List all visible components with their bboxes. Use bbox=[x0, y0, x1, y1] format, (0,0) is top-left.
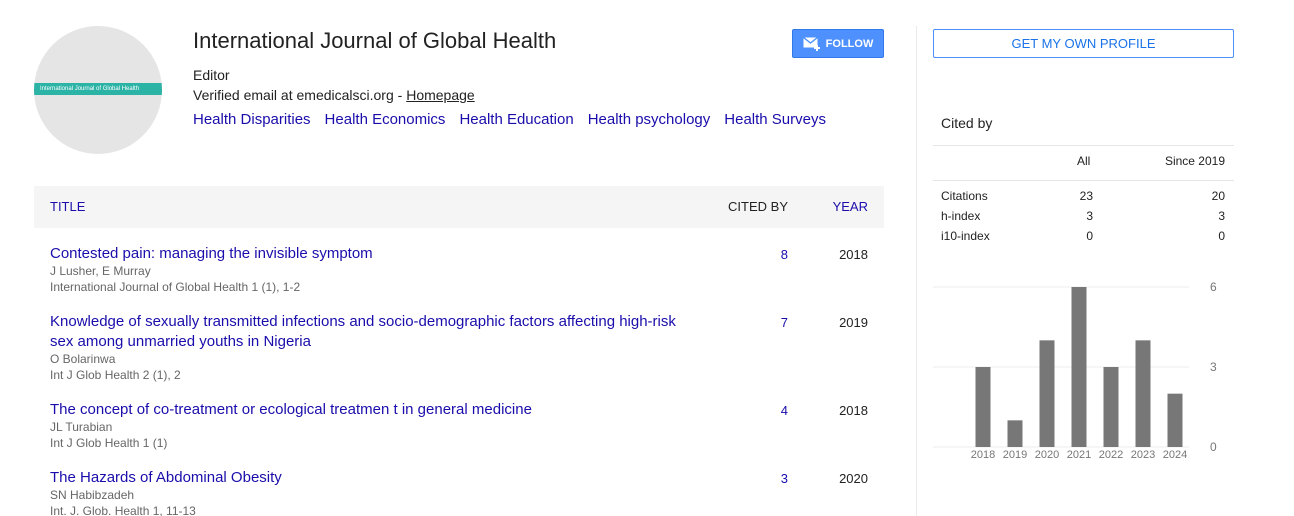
article-authors: JL Turabian bbox=[50, 420, 113, 434]
cited-by-count[interactable]: 8 bbox=[781, 247, 788, 262]
follow-label: FOLLOW bbox=[825, 37, 874, 50]
profile-avatar: International Journal of Global Health bbox=[34, 26, 162, 154]
metrics-divider bbox=[933, 180, 1234, 181]
interest-link[interactable]: Health Education bbox=[459, 111, 573, 128]
article-year: 2020 bbox=[839, 471, 868, 486]
cited-by-count[interactable]: 7 bbox=[781, 315, 788, 330]
article-title[interactable]: Knowledge of sexually transmitted infect… bbox=[50, 312, 700, 352]
chart-bar-2020[interactable] bbox=[1039, 340, 1055, 447]
article-title[interactable]: The concept of co-treatment or ecologica… bbox=[50, 400, 700, 420]
article-venue: Int J Glob Health 2 (1), 2 bbox=[50, 368, 181, 382]
metric-label[interactable]: Citations bbox=[941, 189, 988, 203]
chart-bar-2021[interactable] bbox=[1071, 287, 1087, 447]
x-tick-label: 2018 bbox=[971, 449, 995, 461]
metrics-divider bbox=[933, 145, 1234, 146]
metric-since-value: 0 bbox=[1218, 229, 1225, 243]
profile-name: International Journal of Global Health bbox=[193, 28, 557, 53]
cited-by-count[interactable]: 4 bbox=[781, 403, 788, 418]
chart-bar-2018[interactable] bbox=[975, 367, 991, 447]
interest-link[interactable]: Health psychology bbox=[588, 111, 711, 128]
column-divider bbox=[916, 26, 917, 516]
chart-bar-2024[interactable] bbox=[1167, 393, 1183, 447]
citations-per-year-chart: 0 3 6 2018 2019 2020 2021 2022 2023 2024 bbox=[933, 280, 1217, 461]
metric-all-value: 23 bbox=[1079, 189, 1093, 203]
y-tick-label: 6 bbox=[1210, 280, 1217, 294]
article-year: 2018 bbox=[839, 247, 868, 262]
mail-plus-icon bbox=[802, 36, 821, 51]
metric-label[interactable]: i10-index bbox=[941, 229, 990, 243]
article-year: 2018 bbox=[839, 403, 868, 418]
homepage-link[interactable]: Homepage bbox=[406, 87, 475, 103]
metrics-col-since: Since 2019 bbox=[1164, 154, 1225, 168]
profile-affiliation: Editor bbox=[193, 67, 230, 83]
sort-by-year[interactable]: YEAR bbox=[833, 199, 868, 214]
metric-label[interactable]: h-index bbox=[941, 209, 980, 223]
chart-bar-2023[interactable] bbox=[1135, 340, 1151, 447]
y-tick-label: 0 bbox=[1210, 440, 1217, 454]
interest-link[interactable]: Health Disparities bbox=[193, 111, 311, 128]
follow-button[interactable]: FOLLOW bbox=[792, 29, 884, 58]
avatar-label: International Journal of Global Health bbox=[34, 83, 162, 95]
article-authors: SN Habibzadeh bbox=[50, 488, 135, 502]
article-title[interactable]: The Hazards of Abdominal Obesity bbox=[50, 468, 700, 488]
articles-table-header: TITLE CITED BY YEAR bbox=[34, 186, 884, 228]
metric-since-value: 20 bbox=[1211, 189, 1225, 203]
cited-by-count[interactable]: 3 bbox=[781, 471, 788, 486]
x-tick-label: 2024 bbox=[1163, 449, 1187, 461]
interest-link[interactable]: Health Economics bbox=[325, 111, 446, 128]
research-interests: Health Disparities Health Economics Health… bbox=[193, 111, 840, 128]
article-year: 2019 bbox=[839, 315, 868, 330]
article-venue: International Journal of Global Health 1… bbox=[50, 280, 301, 294]
metrics-col-all: All bbox=[1077, 154, 1091, 168]
get-my-own-profile-button[interactable]: GET MY OWN PROFILE bbox=[933, 29, 1234, 58]
cited-by-heading: Cited by bbox=[941, 115, 993, 131]
interest-link[interactable]: Health Surveys bbox=[724, 111, 826, 128]
y-tick-label: 3 bbox=[1210, 360, 1217, 374]
chart-bar-2019[interactable] bbox=[1007, 420, 1023, 447]
verified-email-text: Verified email at emedicalsci.org - bbox=[193, 87, 407, 103]
article-venue: Int. J. Glob. Health 1, 11-13 bbox=[50, 504, 196, 516]
x-tick-label: 2019 bbox=[1003, 449, 1027, 461]
verified-email-line: Verified email at emedicalsci.org - Home… bbox=[193, 87, 475, 103]
article-title[interactable]: Contested pain: managing the invisible s… bbox=[50, 244, 700, 264]
chart-bar-2022[interactable] bbox=[1103, 367, 1119, 447]
metric-all-value: 0 bbox=[1086, 229, 1093, 243]
sort-by-cited[interactable]: CITED BY bbox=[728, 199, 788, 214]
x-tick-label: 2023 bbox=[1131, 449, 1155, 461]
metric-since-value: 3 bbox=[1218, 209, 1225, 223]
article-venue: Int J Glob Health 1 (1) bbox=[50, 436, 168, 450]
x-tick-label: 2020 bbox=[1035, 449, 1059, 461]
article-authors: O Bolarinwa bbox=[50, 352, 116, 366]
sort-by-title[interactable]: TITLE bbox=[50, 199, 85, 214]
metric-all-value: 3 bbox=[1086, 209, 1093, 223]
x-tick-label: 2022 bbox=[1099, 449, 1123, 461]
x-tick-label: 2021 bbox=[1067, 449, 1091, 461]
article-authors: J Lusher, E Murray bbox=[50, 264, 151, 278]
